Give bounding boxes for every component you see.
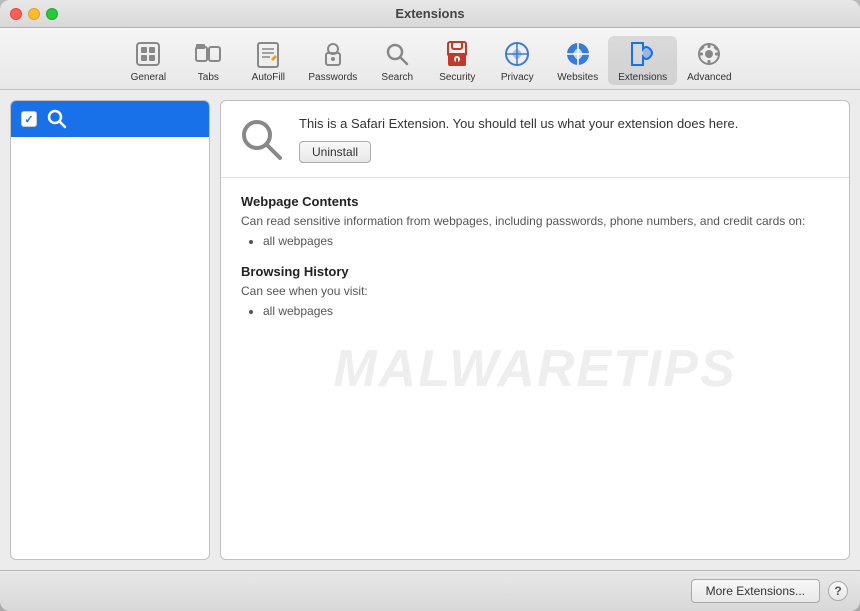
advanced-label: Advanced: [687, 72, 731, 83]
titlebar-buttons: [10, 8, 58, 20]
more-extensions-button[interactable]: More Extensions...: [691, 579, 820, 603]
websites-icon: [562, 38, 594, 70]
security-icon: [441, 38, 473, 70]
main-content: ✓ This is: [0, 90, 860, 570]
toolbar-items: General Tabs: [118, 36, 741, 85]
maximize-button[interactable]: [46, 8, 58, 20]
extensions-sidebar: ✓: [10, 100, 210, 560]
titlebar: Extensions: [0, 0, 860, 28]
toolbar-item-websites[interactable]: Websites: [547, 36, 608, 85]
main-window: Extensions General: [0, 0, 860, 611]
permission-list-webpage: all webpages: [241, 234, 829, 248]
permission-title-history: Browsing History: [241, 264, 829, 279]
help-button[interactable]: ?: [828, 581, 848, 601]
toolbar-item-search[interactable]: Search: [367, 36, 427, 85]
tabs-label: Tabs: [198, 72, 219, 83]
toolbar-item-autofill[interactable]: AutoFill: [238, 36, 298, 85]
extension-checkbox[interactable]: ✓: [21, 111, 37, 127]
permission-desc-webpage: Can read sensitive information from webp…: [241, 213, 829, 230]
autofill-icon: [252, 38, 284, 70]
advanced-icon: [693, 38, 725, 70]
extension-description-text: This is a Safari Extension. You should t…: [299, 115, 833, 133]
permission-desc-history: Can see when you visit:: [241, 283, 829, 300]
privacy-icon: [501, 38, 533, 70]
detail-body: MALWARETIPS Webpage Contents Can read se…: [221, 178, 849, 559]
bottom-bar: More Extensions... ?: [0, 570, 860, 611]
search-toolbar-icon: [381, 38, 413, 70]
general-label: General: [131, 72, 167, 83]
toolbar-item-tabs[interactable]: Tabs: [178, 36, 238, 85]
permission-list-history: all webpages: [241, 304, 829, 318]
passwords-label: Passwords: [308, 72, 357, 83]
websites-label: Websites: [557, 72, 598, 83]
general-icon: [132, 38, 164, 70]
tabs-icon: [192, 38, 224, 70]
autofill-label: AutoFill: [252, 72, 285, 83]
extension-description: This is a Safari Extension. You should t…: [299, 115, 833, 163]
permission-section-history: Browsing History Can see when you visit:…: [241, 264, 829, 318]
toolbar-item-passwords[interactable]: Passwords: [298, 36, 367, 85]
watermark-text: MALWARETIPS: [333, 339, 736, 399]
permission-item-history-0: all webpages: [263, 304, 829, 318]
sidebar-extension-icon: [45, 107, 69, 131]
extensions-icon: [627, 38, 659, 70]
extension-large-icon: [237, 115, 285, 163]
close-button[interactable]: [10, 8, 22, 20]
detail-header: This is a Safari Extension. You should t…: [221, 101, 849, 178]
minimize-button[interactable]: [28, 8, 40, 20]
sidebar-item-search-extension[interactable]: ✓: [11, 101, 209, 137]
toolbar-item-security[interactable]: Security: [427, 36, 487, 85]
checkmark-icon: ✓: [24, 113, 33, 126]
toolbar: General Tabs: [0, 28, 860, 90]
permission-item-webpage-0: all webpages: [263, 234, 829, 248]
security-label: Security: [439, 72, 475, 83]
window-title: Extensions: [395, 6, 464, 21]
passwords-icon: [317, 38, 349, 70]
search-label: Search: [381, 72, 413, 83]
privacy-label: Privacy: [501, 72, 534, 83]
toolbar-item-general[interactable]: General: [118, 36, 178, 85]
extension-detail-panel: This is a Safari Extension. You should t…: [220, 100, 850, 560]
toolbar-item-privacy[interactable]: Privacy: [487, 36, 547, 85]
toolbar-item-advanced[interactable]: Advanced: [677, 36, 741, 85]
permission-section-webpage: Webpage Contents Can read sensitive info…: [241, 194, 829, 248]
uninstall-button[interactable]: Uninstall: [299, 141, 371, 163]
toolbar-item-extensions[interactable]: Extensions: [608, 36, 677, 85]
extensions-label: Extensions: [618, 72, 667, 83]
permission-title-webpage: Webpage Contents: [241, 194, 829, 209]
